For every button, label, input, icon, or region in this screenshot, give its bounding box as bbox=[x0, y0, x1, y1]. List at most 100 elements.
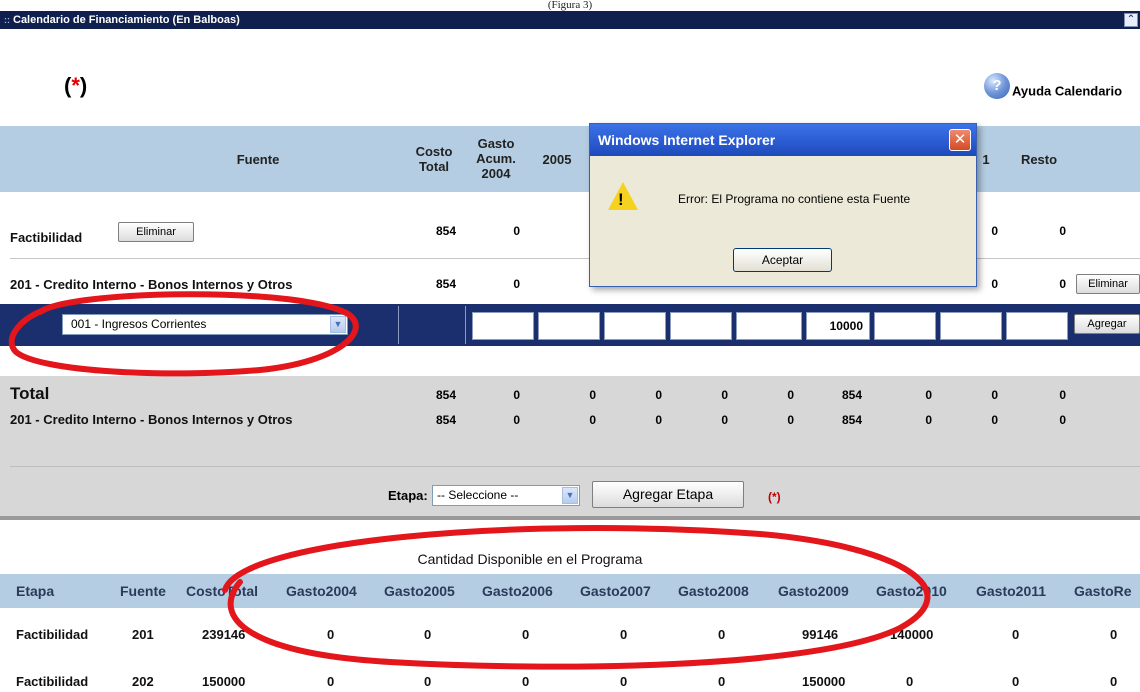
input-gasto-2008[interactable] bbox=[736, 312, 802, 340]
input-gasto-2006[interactable] bbox=[604, 312, 666, 340]
eliminar-etapa-button[interactable]: Eliminar bbox=[118, 222, 194, 242]
panel-title: Calendario de Financiamiento (En Balboas… bbox=[13, 14, 240, 26]
dialog-title: Windows Internet Explorer bbox=[590, 124, 976, 156]
avail-r1-resto: 0 bbox=[1110, 627, 1118, 642]
avail-col-gasto-2010: Gasto2010 bbox=[876, 583, 947, 599]
available-caption: Cantidad Disponible en el Programa bbox=[417, 551, 643, 567]
chevron-down-icon: ▼ bbox=[562, 487, 578, 504]
total-gasto-2011: 0 bbox=[991, 388, 998, 402]
avail-r2-2009: 150000 bbox=[802, 674, 846, 689]
avail-col-gasto-2004: Gasto2004 bbox=[286, 583, 357, 599]
grip-icon: :: bbox=[4, 15, 10, 25]
etapa-select[interactable]: -- Seleccione -- ▼ bbox=[432, 485, 580, 506]
required-marker: (*) bbox=[64, 73, 88, 98]
figure-caption: (Figura 3) bbox=[0, 0, 1140, 11]
agregar-fuente-button[interactable]: Agregar bbox=[1074, 314, 1140, 334]
col-header-fuente: Fuente bbox=[236, 152, 280, 167]
row1-costo-total: 854 bbox=[435, 224, 456, 238]
total-gasto-2007: 0 bbox=[721, 388, 728, 402]
avail-col-gasto-2008: Gasto2008 bbox=[678, 583, 749, 599]
input-gasto-2005[interactable] bbox=[538, 312, 600, 340]
avail-r1-2004: 0 bbox=[327, 627, 335, 642]
row-label-factibilidad: Factibilidad bbox=[10, 230, 83, 245]
col-header-2005: 2005 bbox=[542, 152, 572, 167]
warning-icon-mark: ! bbox=[618, 190, 624, 209]
avail-r2-resto: 0 bbox=[1110, 674, 1118, 689]
totals-sub-label: 201 - Credito Interno - Bonos Internos y… bbox=[10, 412, 293, 427]
panel-title-bar: :: Calendario de Financiamiento (En Balbo… bbox=[0, 11, 1140, 29]
row1-resto: 0 bbox=[1059, 224, 1066, 238]
totals-divider bbox=[10, 466, 1140, 467]
row-label-fuente-201: 201 - Credito Interno - Bonos Internos y… bbox=[10, 277, 293, 292]
subtotal-gasto-2009: 854 bbox=[841, 413, 862, 427]
avail-r1-2007: 0 bbox=[620, 627, 628, 642]
subtotal-gasto-2004: 0 bbox=[513, 413, 520, 427]
input-resto[interactable] bbox=[1006, 312, 1068, 340]
avail-r2-2011: 0 bbox=[1012, 674, 1020, 689]
avail-r2-2010: 0 bbox=[906, 674, 914, 689]
avail-r1-etapa: Factibilidad bbox=[16, 627, 89, 642]
close-icon[interactable]: ✕ bbox=[949, 129, 971, 151]
subtotal-resto: 0 bbox=[1059, 413, 1066, 427]
etapa-required-marker: (*) bbox=[768, 490, 781, 504]
total-gasto-2004: 0 bbox=[513, 388, 520, 402]
totals-label: Total bbox=[10, 384, 50, 403]
chevron-down-icon: ▼ bbox=[330, 316, 346, 333]
col-header-2011: 1 bbox=[982, 152, 990, 167]
avail-r1-2008: 0 bbox=[718, 627, 726, 642]
avail-col-fuente: Fuente bbox=[120, 583, 166, 599]
subtotal-gasto-2008: 0 bbox=[787, 413, 794, 427]
fuente-select[interactable]: 001 - Ingresos Corrientes ▼ bbox=[62, 314, 348, 335]
avail-col-gasto-2011: Gasto2011 bbox=[976, 583, 1047, 599]
subtotal-gasto-2007: 0 bbox=[721, 413, 728, 427]
avail-col-etapa: Etapa bbox=[16, 583, 55, 599]
row2-gasto-acum: 0 bbox=[513, 277, 520, 291]
total-resto: 0 bbox=[1059, 388, 1066, 402]
row2-costo-total: 854 bbox=[435, 277, 456, 291]
etapa-label: Etapa: bbox=[388, 488, 428, 503]
avail-r2-2008: 0 bbox=[718, 674, 726, 689]
available-header-band bbox=[0, 574, 1140, 608]
input-gasto-2010[interactable] bbox=[874, 312, 936, 340]
eliminar-fuente-button[interactable]: Eliminar bbox=[1076, 274, 1140, 294]
avail-r1-2011: 0 bbox=[1012, 627, 1020, 642]
avail-col-gasto-2007: Gasto2007 bbox=[580, 583, 651, 599]
subtotal-gasto-2010: 0 bbox=[925, 413, 932, 427]
agregar-etapa-button[interactable]: Agregar Etapa bbox=[592, 481, 744, 508]
avail-r2-2005: 0 bbox=[424, 674, 432, 689]
total-gasto-2005: 0 bbox=[589, 388, 596, 402]
input-gasto-2011[interactable] bbox=[940, 312, 1002, 340]
input-gasto-2009[interactable]: 10000 bbox=[806, 312, 870, 340]
input-gasto-2004[interactable] bbox=[472, 312, 534, 340]
total-costo: 854 bbox=[435, 388, 456, 402]
total-gasto-2009: 854 bbox=[841, 388, 862, 402]
subtotal-gasto-2011: 0 bbox=[991, 413, 998, 427]
total-gasto-2010: 0 bbox=[925, 388, 932, 402]
aceptar-button[interactable]: Aceptar bbox=[733, 248, 832, 272]
avail-r1-fuente: 201 bbox=[132, 627, 154, 642]
dialog-message: Error: El Programa no contiene esta Fuen… bbox=[678, 192, 911, 206]
avail-r2-fuente: 202 bbox=[132, 674, 154, 689]
avail-col-gasto-2006: Gasto2006 bbox=[482, 583, 553, 599]
row1-gasto-acum: 0 bbox=[513, 224, 520, 238]
avail-r2-2004: 0 bbox=[327, 674, 335, 689]
subtotal-gasto-2006: 0 bbox=[655, 413, 662, 427]
input-gasto-2007[interactable] bbox=[670, 312, 732, 340]
total-gasto-2008: 0 bbox=[787, 388, 794, 402]
avail-r1-2006: 0 bbox=[522, 627, 530, 642]
subtotal-gasto-2005: 0 bbox=[589, 413, 596, 427]
double-chevron-up-icon[interactable]: ⌃ bbox=[1124, 13, 1138, 27]
total-gasto-2006: 0 bbox=[655, 388, 662, 402]
help-link[interactable]: ? Ayuda Calendario bbox=[984, 73, 1122, 105]
avail-r1-2010: 140000 bbox=[890, 627, 934, 642]
avail-r2-etapa: Factibilidad bbox=[16, 674, 89, 689]
avail-r1-2005: 0 bbox=[424, 627, 432, 642]
avail-r2-2006: 0 bbox=[522, 674, 530, 689]
avail-col-gasto-resto: GastoRe bbox=[1074, 583, 1132, 599]
avail-col-gasto-2005: Gasto2005 bbox=[384, 583, 455, 599]
error-dialog: Windows Internet Explorer ✕ ! Error: El … bbox=[589, 123, 977, 287]
subtotal-costo: 854 bbox=[435, 413, 456, 427]
row2-resto: 0 bbox=[1059, 277, 1066, 291]
avail-r1-2009: 99146 bbox=[802, 627, 839, 642]
avail-col-costo-total: CostoTotal bbox=[186, 583, 259, 599]
